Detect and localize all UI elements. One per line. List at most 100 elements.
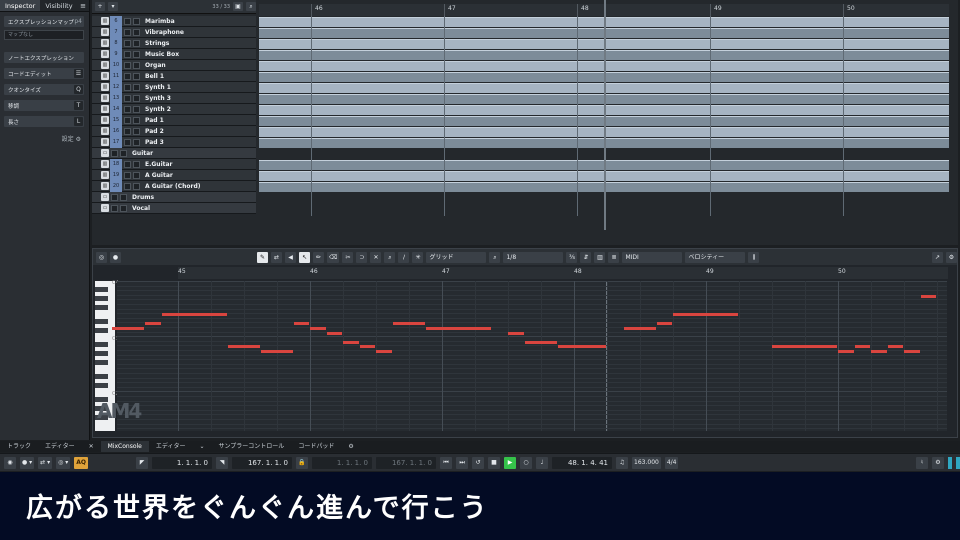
solo-button[interactable] [133, 28, 140, 36]
track-row[interactable]: ▥ 6 Marimba [92, 15, 256, 27]
black-key[interactable] [95, 318, 108, 324]
punch-out-display[interactable]: 167. 1. 1. 0 [376, 456, 437, 469]
cycle-icon[interactable]: ↺ [472, 456, 485, 469]
window-icon[interactable]: ▣ [233, 2, 243, 11]
mute-button[interactable] [111, 149, 118, 157]
mute-button[interactable] [124, 17, 131, 25]
record-icon[interactable]: ● [110, 251, 121, 263]
settings-row[interactable]: 設定 ⚙ [62, 134, 81, 143]
expression-map-section[interactable]: エクスプレッションマップ p4 [4, 16, 84, 27]
add-track-button[interactable]: + [95, 2, 105, 11]
midi-note[interactable] [359, 345, 375, 349]
solo-button[interactable] [133, 94, 140, 102]
midi-note[interactable] [524, 340, 557, 344]
midi-note[interactable] [772, 345, 837, 349]
mute-button[interactable] [124, 72, 131, 80]
pencil-link-icon[interactable]: ✎ [257, 251, 268, 263]
menu-icon[interactable]: ≡ [80, 0, 89, 11]
mute-button[interactable] [124, 127, 131, 135]
glue-tool-icon[interactable]: ⊃ [356, 251, 368, 263]
solo-button[interactable] [133, 160, 140, 168]
track-row[interactable]: ▭ Vocal [92, 203, 256, 214]
track-row[interactable]: ▥ 10 Organ [92, 59, 256, 71]
solo-button[interactable] [120, 204, 127, 212]
close-icon[interactable]: ✕ [82, 441, 101, 452]
metronome-icon[interactable]: ♩ [536, 456, 549, 469]
gear-icon[interactable]: ⚙ [76, 136, 81, 143]
mute-button[interactable] [124, 160, 131, 168]
punch-in-display[interactable]: 1. 1. 1. 0 [312, 456, 373, 469]
solo-button[interactable] [133, 171, 140, 179]
mute-button[interactable] [124, 50, 131, 58]
position-display[interactable]: 48. 1. 4. 41 [552, 456, 613, 469]
eraser-tool-icon[interactable]: ⌫ [327, 251, 340, 263]
tempo-display[interactable]: 163.000 [632, 456, 661, 469]
expression-map-field[interactable]: マップなし [4, 30, 84, 40]
velocity-dropdown[interactable]: ベロシティー [685, 251, 746, 263]
right-locator-icon[interactable]: ◥ [216, 456, 229, 469]
solo-button[interactable] [120, 193, 127, 201]
quantize-dropdown[interactable]: 1/8 [503, 251, 564, 263]
gear-icon[interactable]: ⚙ [946, 251, 957, 263]
track-row[interactable]: ▥ 8 Strings [92, 37, 256, 49]
midi-note[interactable] [871, 350, 887, 353]
click-icon[interactable]: ♫ [616, 456, 629, 469]
search-icon[interactable]: ⌕ [246, 2, 256, 11]
go-to-end-icon[interactable]: ⏭ [456, 456, 469, 469]
midi-note[interactable] [838, 350, 854, 353]
midi-note[interactable] [623, 327, 656, 330]
snap-icon[interactable]: ✳ [412, 251, 424, 263]
track-row[interactable]: ▥ 7 Vibraphone [92, 26, 256, 38]
midi-note[interactable] [310, 327, 326, 330]
track-row[interactable]: ▥ 13 Synth 3 [92, 92, 256, 104]
lock-icon[interactable]: 🔒 [296, 456, 309, 469]
cut-tool-icon[interactable]: ✂ [342, 251, 354, 263]
draw-tool-icon[interactable]: ✏ [313, 251, 324, 263]
tab-chord-pads[interactable]: コードパッド [291, 441, 341, 452]
midi-note[interactable] [887, 345, 903, 349]
track-row[interactable]: ▥ 12 Synth 1 [92, 81, 256, 93]
gear-icon[interactable]: ⚙ [341, 441, 360, 452]
midi-note[interactable] [112, 327, 144, 330]
left-locator-icon[interactable]: ◤ [136, 456, 149, 469]
track-row[interactable]: ▥ 14 Synth 2 [92, 103, 256, 115]
stop-icon[interactable]: ■ [488, 456, 501, 469]
midi-note[interactable] [425, 327, 491, 330]
midi-note[interactable] [260, 350, 293, 353]
solo-button[interactable] [133, 72, 140, 80]
track-row[interactable]: ▥ 20 A Guitar (Chord) [92, 180, 256, 192]
mute-button[interactable] [111, 204, 118, 212]
speaker-icon[interactable]: ◀ [285, 251, 296, 263]
tab-visibility[interactable]: Visibility [40, 0, 77, 11]
go-to-start-icon[interactable]: ⏮ [440, 456, 453, 469]
tab-editor[interactable]: エディター [149, 441, 193, 452]
bars-icon[interactable]: ⫼ [748, 251, 760, 263]
black-key[interactable] [95, 351, 108, 356]
list-icon[interactable]: ☰ [74, 69, 83, 78]
section-quantize[interactable]: クオンタイズ Q [4, 84, 84, 95]
signature-display[interactable]: 4/4 [664, 456, 679, 469]
tab-mixconsole[interactable]: MixConsole [100, 441, 149, 452]
midi-note[interactable] [392, 322, 425, 326]
track-row[interactable]: ▥ 19 A Guitar [92, 169, 256, 181]
section-length[interactable]: 長さ L [4, 116, 84, 127]
midi-note[interactable] [227, 345, 260, 349]
mute-button[interactable] [124, 182, 131, 190]
black-key[interactable] [95, 305, 108, 310]
grid-type-dropdown[interactable]: グリッド [426, 251, 487, 263]
auto-scroll-icon[interactable]: ⇄ [271, 251, 282, 263]
solo-button[interactable] [133, 105, 140, 113]
black-key[interactable] [95, 383, 108, 389]
black-key[interactable] [95, 328, 108, 333]
black-key[interactable] [95, 341, 108, 347]
tab-sampler-control[interactable]: サンプラーコントロール [211, 441, 291, 452]
track-row[interactable]: ▭ Drums [92, 192, 256, 203]
note-grid[interactable] [112, 281, 947, 431]
section-chord-edit[interactable]: コードエディット ☰ [4, 68, 84, 79]
activate-project-icon[interactable]: ◉ [4, 456, 16, 469]
track-row[interactable]: ▥ 18 E.Guitar [92, 158, 256, 170]
solo-button[interactable] [133, 116, 140, 124]
quantize-icon[interactable]: ⌕ [489, 251, 501, 263]
track-row[interactable]: ▥ 9 Music Box [92, 48, 256, 60]
cycle-mode-icon[interactable]: ⇄ ▾ [38, 456, 53, 469]
